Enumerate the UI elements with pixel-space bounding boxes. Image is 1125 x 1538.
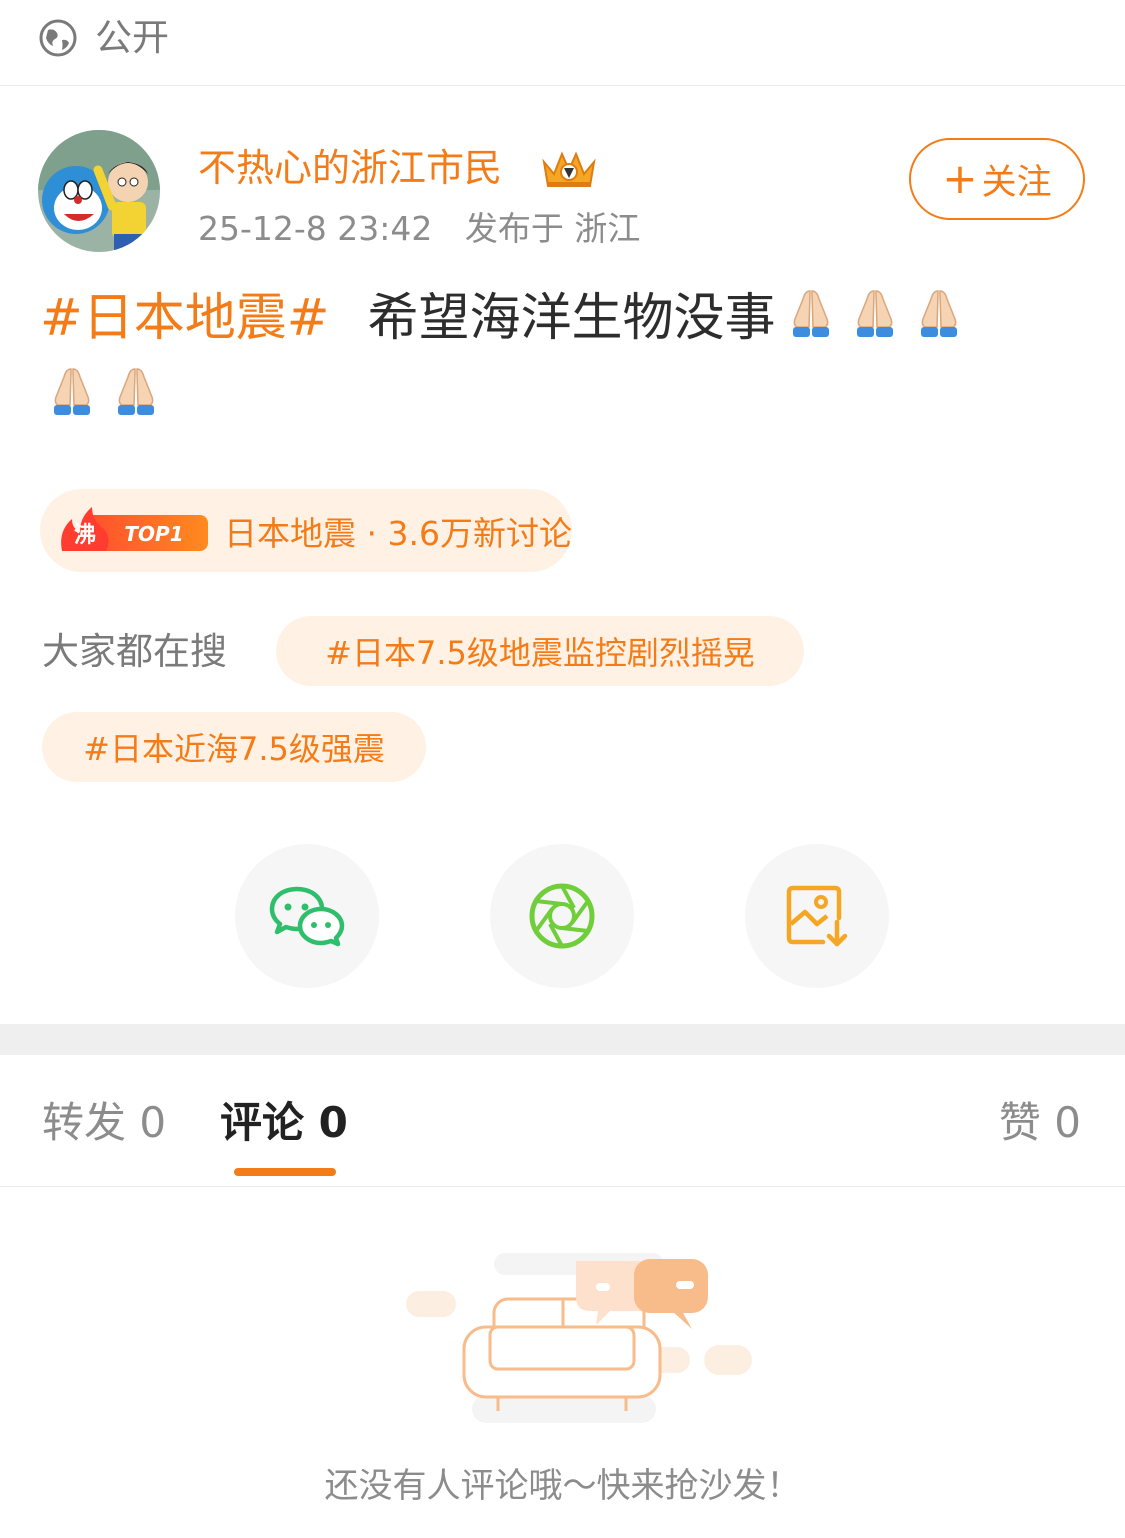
praying-hands-icon	[793, 290, 830, 337]
author-name[interactable]: 不热心的浙江市民	[198, 144, 502, 192]
share-moments-button[interactable]	[490, 844, 634, 988]
post-text: 希望海洋生物没事	[367, 289, 776, 348]
avatar-image	[38, 130, 160, 252]
praying-hands-icon	[921, 290, 958, 337]
post-content: #日本地震# 希望海洋生物没事	[40, 280, 1080, 436]
hot-badge-char: 沸	[74, 523, 96, 548]
share-wechat-button[interactable]	[235, 844, 379, 988]
tab-comment[interactable]: 评论 0	[220, 1096, 348, 1150]
follow-label: 关注	[981, 162, 1052, 203]
follow-button[interactable]: + 关注	[909, 138, 1085, 220]
active-tab-indicator	[234, 1168, 336, 1176]
post-location: 发布于 浙江	[464, 209, 641, 248]
praying-hands-icon	[118, 368, 154, 415]
empty-comments-text: 还没有人评论哦～快来抢沙发！	[324, 1466, 801, 1506]
search-label: 大家都在搜	[42, 630, 227, 673]
hot-topic-chip[interactable]: 沸 TOP1 日本地震 · 3.6万新讨论	[40, 489, 572, 572]
globe-icon	[39, 19, 77, 57]
hot-badge-rank: TOP1	[124, 522, 183, 546]
post-time: 25-12-8 23:42	[198, 209, 433, 248]
tab-like[interactable]: 赞 0	[999, 1096, 1081, 1150]
hot-badge-icon: 沸 TOP1	[61, 506, 208, 551]
plus-icon: +	[942, 154, 978, 203]
visibility-label: 公开	[95, 16, 169, 59]
visibility-bar: 公开	[0, 0, 1125, 86]
hot-topic-text: 日本地震 · 3.6万新讨论	[224, 513, 572, 553]
post-hashtag[interactable]: #日本地震#	[40, 289, 329, 348]
save-image-button[interactable]	[745, 844, 889, 988]
crown-icon	[542, 151, 596, 187]
search-chip-1[interactable]: #日本7.5级地震监控剧烈摇晃	[276, 616, 804, 686]
praying-hands-icon	[857, 290, 894, 337]
section-divider	[0, 1024, 1125, 1055]
avatar[interactable]	[38, 130, 160, 252]
post-meta: 25-12-8 23:42 发布于 浙江	[198, 207, 640, 251]
sofa-illustration	[406, 1253, 752, 1423]
save-image-icon	[786, 885, 848, 947]
tabs-border	[0, 1186, 1125, 1187]
moments-icon	[529, 883, 595, 949]
search-chip-2[interactable]: #日本近海7.5级强震	[42, 712, 426, 782]
praying-hands-icon	[54, 368, 90, 415]
tab-repost[interactable]: 转发 0	[42, 1096, 166, 1150]
wechat-icon	[269, 886, 345, 947]
